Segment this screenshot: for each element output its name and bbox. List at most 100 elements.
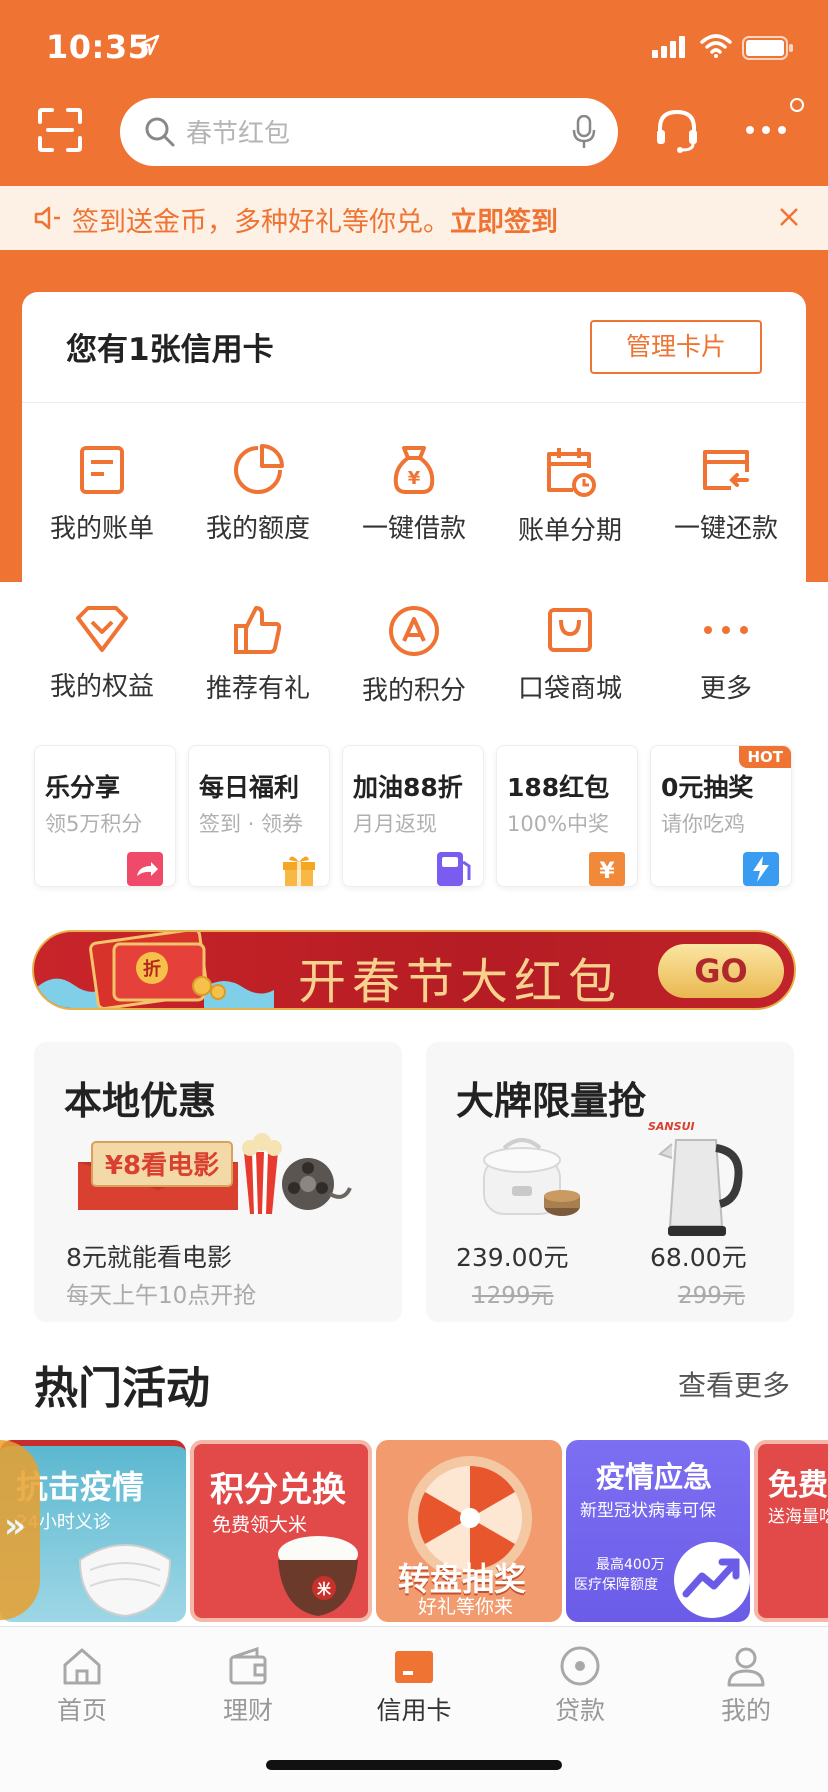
- menu-quick-repay[interactable]: 一键还款: [656, 444, 796, 564]
- menu-more[interactable]: 更多: [656, 604, 796, 724]
- local-offers-card[interactable]: 本地优惠 ¥8看电影 8元就能看电影 每天上午10点开抢: [34, 1042, 402, 1322]
- banner-title: 开春节大红包: [298, 954, 623, 1010]
- menu-my-benefits[interactable]: 我的权益: [32, 604, 172, 724]
- search-placeholder[interactable]: 春节红包: [186, 113, 290, 150]
- tile-red-packet[interactable]: 188红包 100%中奖 ¥: [496, 745, 638, 887]
- profile-icon: [727, 1647, 765, 1687]
- battery-icon: [742, 36, 793, 60]
- manage-cards-button[interactable]: 管理卡片: [590, 320, 762, 374]
- side-expand-handle[interactable]: »: [0, 1440, 40, 1620]
- trend-up-icon: [674, 1542, 750, 1618]
- menu-label: 我的账单: [49, 514, 154, 544]
- menu-refer-gift[interactable]: 推荐有礼: [188, 604, 328, 724]
- event-title: 疫情应急: [596, 1460, 713, 1494]
- local-offer-line2: 每天上午10点开抢: [66, 1283, 257, 1309]
- brand-item-old-price: 1299元: [472, 1283, 554, 1309]
- hot-badge: HOT: [739, 746, 791, 768]
- svg-text:米: 米: [317, 1581, 332, 1598]
- event-points-exchange[interactable]: 积分兑换 免费领大米 米: [190, 1440, 372, 1622]
- brand-item-price: 68.00元: [650, 1243, 747, 1272]
- notice-message: 签到送金币，多种好礼等你兑。: [72, 207, 450, 238]
- loan-icon: [560, 1646, 600, 1686]
- bill-icon: [80, 446, 124, 494]
- home-icon: [63, 1648, 101, 1685]
- event-epidemic-insurance[interactable]: 疫情应急 新型冠状病毒可保 最高400万 医疗保障额度: [566, 1440, 750, 1622]
- microphone-icon[interactable]: [572, 115, 596, 149]
- kettle-icon: [658, 1139, 743, 1236]
- brand-sale-title: 大牌限量抢: [456, 1079, 647, 1123]
- banner-go-button[interactable]: GO: [658, 944, 784, 998]
- cellular-signal-icon: [652, 36, 685, 58]
- thumbs-up-icon: [234, 606, 282, 654]
- tile-title: 0元抽奖: [661, 773, 754, 802]
- brand-sale-card[interactable]: 大牌限量抢 SANSUI 239.00元 1299元 68.00元 299元: [426, 1042, 794, 1322]
- tile-subtitle: 领5万积分: [45, 812, 143, 836]
- menu-pocket-mall[interactable]: 口袋商城: [500, 604, 640, 724]
- fuel-icon: [437, 852, 471, 886]
- close-icon[interactable]: [778, 206, 800, 228]
- rice-cooker-icon: [483, 1138, 580, 1216]
- red-packet-icon: ¥: [589, 852, 625, 886]
- tab-label: 信用卡: [376, 1696, 452, 1725]
- tab-label: 首页: [56, 1696, 107, 1725]
- event-subtitle: 好礼等你来: [418, 1596, 514, 1618]
- checkin-notice[interactable]: 签到送金币，多种好礼等你兑。立即签到: [0, 186, 828, 250]
- event-wheel-lottery[interactable]: 转盘抽奖 好礼等你来: [376, 1440, 562, 1622]
- see-more-link[interactable]: 查看更多: [678, 1364, 790, 1404]
- menu-my-points[interactable]: 我的积分: [344, 604, 484, 724]
- location-arrow-icon: [138, 34, 160, 56]
- status-time: 10:35: [46, 28, 151, 66]
- divider: [22, 402, 806, 403]
- scan-icon[interactable]: [38, 108, 82, 152]
- card-return-icon: [703, 450, 749, 490]
- tab-label: 我的: [720, 1696, 771, 1725]
- tile-subtitle: 月月返现: [353, 812, 437, 836]
- tile-share[interactable]: 乐分享 领5万积分: [34, 745, 176, 887]
- local-offer-line1: 8元就能看电影: [66, 1243, 232, 1272]
- menu-label: 更多: [699, 674, 752, 704]
- tile-free-lottery[interactable]: HOT 0元抽奖 请你吃鸡: [650, 745, 792, 887]
- menu-installment[interactable]: 账单分期: [500, 444, 640, 564]
- menu-label: 我的额度: [205, 514, 310, 544]
- brand-item-price: 239.00元: [456, 1243, 569, 1272]
- menu-my-limit[interactable]: 我的额度: [188, 444, 328, 564]
- tab-label: 贷款: [554, 1696, 605, 1725]
- event-free-food[interactable]: 免费 送海量吃: [754, 1440, 828, 1622]
- spring-festival-banner[interactable]: 折 开春节大红包 GO: [32, 930, 796, 1010]
- calendar-clock-icon: [547, 448, 596, 497]
- tab-profile[interactable]: 我的: [696, 1645, 796, 1727]
- credit-card-icon: [395, 1651, 433, 1683]
- tab-credit-card[interactable]: 信用卡: [364, 1645, 464, 1727]
- card-count-title: 您有1张信用卡: [66, 332, 274, 368]
- tab-loan[interactable]: 贷款: [530, 1645, 630, 1727]
- tile-fuel-discount[interactable]: 加油88折 月月返现: [342, 745, 484, 887]
- tile-daily-welfare[interactable]: 每日福利 签到 · 领券: [188, 745, 330, 887]
- event-subtitle: 送海量吃: [768, 1507, 828, 1527]
- tile-subtitle: 100%中奖: [507, 812, 610, 836]
- customer-service-icon[interactable]: [654, 108, 700, 154]
- tile-title: 每日福利: [199, 773, 300, 802]
- more-options-icon[interactable]: [744, 108, 788, 152]
- menu-label: 账单分期: [517, 516, 622, 546]
- tab-home[interactable]: 首页: [32, 1645, 132, 1727]
- lightning-icon: [743, 852, 779, 886]
- search-bar[interactable]: 春节红包: [120, 98, 618, 166]
- menu-label: 推荐有礼: [205, 674, 310, 704]
- search-icon: [145, 117, 175, 147]
- tile-subtitle: 签到 · 领券: [199, 812, 304, 836]
- money-bag-icon: ¥: [393, 446, 435, 494]
- menu-my-bill[interactable]: 我的账单: [32, 444, 172, 564]
- checkin-link[interactable]: 立即签到: [450, 207, 558, 238]
- red-envelope-illustration-icon: 折: [34, 932, 274, 1008]
- menu-quick-loan[interactable]: ¥ 一键借款: [344, 444, 484, 564]
- event-subtitle-3: 医疗保障额度: [574, 1577, 658, 1593]
- home-indicator: [266, 1760, 562, 1770]
- tab-wealth[interactable]: 理财: [198, 1645, 298, 1727]
- diamond-icon: [76, 606, 128, 652]
- status-bar: 10:35: [0, 0, 828, 96]
- chevron-right-icon: »: [4, 1506, 26, 1546]
- wifi-icon: [700, 34, 732, 58]
- face-mask-icon: [78, 1544, 172, 1618]
- svg-text:¥: ¥: [408, 468, 421, 489]
- event-title: 免费: [768, 1468, 828, 1503]
